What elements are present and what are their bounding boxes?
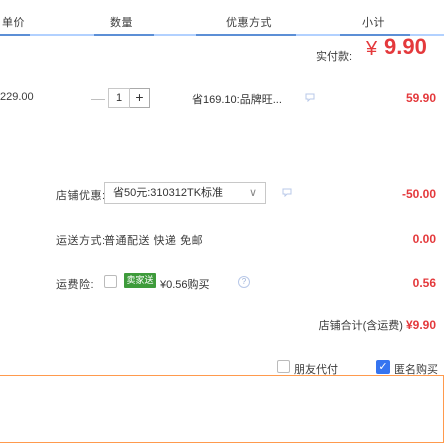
shipping-method: 普通配送 快递 免邮 (104, 235, 204, 247)
insurance-checkbox[interactable] (104, 275, 117, 288)
shipping-row: 运送方式: 普通配送 快递 免邮 0.00 (0, 227, 444, 251)
quantity-stepper: — + (88, 87, 150, 109)
shop-coupon-selected: 省50元:310312TK标准 (113, 187, 224, 199)
insurance-label: 运费险: (56, 279, 95, 291)
chevron-down-icon: ∨ (248, 187, 257, 199)
shop-coupon-select[interactable]: 省50元:310312TK标准 ∨ (104, 182, 266, 204)
help-icon[interactable]: ? (238, 276, 250, 288)
shop-coupon-label: 店铺优惠: (56, 190, 106, 202)
shop-total: 店铺合计(含运费) ¥9.90 (319, 317, 436, 333)
item-subtotal: 59.90 (405, 91, 436, 105)
insurance-amount: 0.56 (412, 276, 436, 290)
shipping-amount: 0.00 (412, 232, 436, 246)
shop-coupon-row: 店铺优惠: 省50元:310312TK标准 ∨ -50.00 (0, 182, 444, 206)
header-unit-price: 单价 (2, 17, 25, 29)
header-quantity: 数量 (110, 17, 133, 29)
increase-quantity-button[interactable]: + (130, 88, 150, 108)
header-divider-accent (196, 34, 296, 36)
quantity-input[interactable] (108, 88, 130, 108)
item-unit-price: 229.00 (0, 91, 34, 103)
header-promotion: 优惠方式 (226, 17, 272, 29)
insurance-badge: 卖家送 (124, 273, 156, 288)
payment-amount: 9.90 (384, 34, 427, 59)
decrease-quantity-button[interactable]: — (88, 88, 108, 108)
anonymous-checkbox[interactable]: ✓ (376, 360, 390, 374)
chat-bubble-icon[interactable] (282, 187, 292, 197)
pay-for-friend-checkbox[interactable] (277, 360, 290, 373)
payment-label: 实付款: (316, 51, 353, 63)
shop-total-label: 店铺合计(含运费) (318, 320, 403, 332)
shop-total-amount: ¥9.90 (405, 318, 436, 332)
chat-bubble-icon[interactable] (305, 92, 315, 102)
shipping-insurance-row: 运费险: 卖家送 ¥0.56购买 ? 0.56 (0, 271, 444, 295)
shop-coupon-amount: -50.00 (401, 187, 436, 201)
shipping-label: 运送方式: (56, 235, 106, 247)
header-divider-accent (94, 34, 154, 36)
payment-summary (0, 375, 444, 443)
payment-currency: ¥ (366, 38, 378, 60)
item-promotion-select[interactable]: 省169.10:品牌旺... (192, 91, 282, 107)
order-item-row: 229.00 — + 省169.10:品牌旺... 59.90 (0, 86, 444, 110)
insurance-price: ¥0.56购买 (160, 279, 210, 291)
header-divider-accent (0, 34, 30, 36)
header-subtotal: 小计 (362, 17, 385, 29)
